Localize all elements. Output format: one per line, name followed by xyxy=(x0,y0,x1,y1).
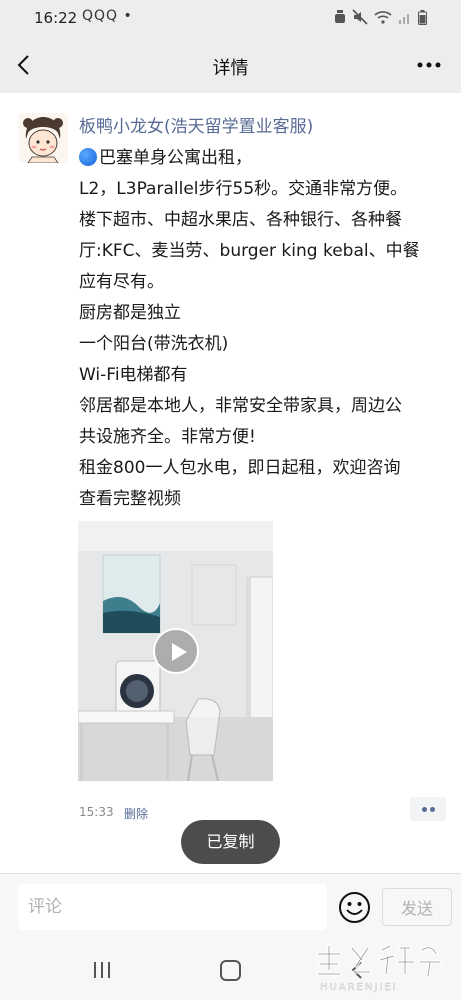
battery-icon xyxy=(418,9,427,25)
post-line: 一个阳台(带洗衣机) xyxy=(79,334,229,354)
post-timestamp: 15:33 xyxy=(79,805,114,819)
smiley-icon xyxy=(339,892,370,923)
post-line: 厨房都是独立 xyxy=(79,303,181,323)
comment-input[interactable] xyxy=(18,884,327,930)
copied-toast: 已复制 xyxy=(181,820,280,864)
dot-icon xyxy=(430,807,435,812)
comment-bar: 发送 xyxy=(0,873,461,940)
post-line: L2，L3Parallel步行55秒。交通非常方便。 xyxy=(79,179,408,199)
post-line: 厅:KFC、麦当劳、burger king kebal、中餐 xyxy=(79,241,420,261)
post-line: 租金800一人包水电，即日起租，欢迎咨询 xyxy=(79,458,401,478)
signal-icon xyxy=(399,14,409,24)
play-icon xyxy=(172,643,187,661)
recents-button[interactable] xyxy=(92,961,112,979)
status-time: 16:22 xyxy=(34,9,78,27)
status-icons xyxy=(334,9,427,25)
emoji-button[interactable] xyxy=(338,891,371,924)
more-button[interactable] xyxy=(415,52,443,78)
page-title: 详情 xyxy=(212,58,249,79)
dot-icon xyxy=(422,807,427,812)
post-detail: 板鸭小龙女(浩天留学置业客服) 巴塞单身公寓出租， L2，L3Parallel步… xyxy=(0,93,461,873)
alarm-icon xyxy=(335,10,345,23)
mute-icon xyxy=(352,9,368,25)
status-bar: 16:22 QQQ • xyxy=(0,0,461,38)
post-line: 楼下超市、中超水果店、各种银行、各种餐 xyxy=(79,210,402,230)
recents-icon xyxy=(94,962,110,978)
blue-dot-icon xyxy=(79,148,97,166)
send-button[interactable]: 发送 xyxy=(382,888,452,926)
author-name[interactable]: 板鸭小龙女(浩天留学置业客服) xyxy=(79,112,313,137)
post-line: 共设施齐全。非常方便! xyxy=(79,427,256,447)
wifi-icon xyxy=(374,11,392,24)
watermark-logo: HUARENJIEI xyxy=(316,944,442,993)
system-nav-bar: HUARENJIEI xyxy=(0,940,461,1000)
avatar[interactable] xyxy=(18,113,68,163)
post-line: 查看完整视频 xyxy=(79,489,181,509)
post-line: 邻居都是本地人，非常安全带家具，周边公 xyxy=(79,396,402,416)
video-thumbnail[interactable] xyxy=(78,521,273,781)
more-dots-icon xyxy=(417,62,441,68)
play-button[interactable] xyxy=(153,628,199,674)
notification-icons: QQQ • xyxy=(82,8,133,24)
post-line: Wi-Fi电梯都有 xyxy=(79,365,188,385)
nav-bar: 详情 xyxy=(0,38,461,93)
post-line: 应有尽有。 xyxy=(79,272,164,292)
post-line: 巴塞单身公寓出租， xyxy=(79,143,451,174)
delete-link[interactable]: 删除 xyxy=(124,805,148,822)
svg-text:HUARENJIEI: HUARENJIEI xyxy=(320,982,398,993)
cartoon-girl-avatar xyxy=(18,113,68,163)
like-comment-button[interactable] xyxy=(410,797,446,821)
home-button[interactable] xyxy=(220,960,241,981)
post-body: 巴塞单身公寓出租， L2，L3Parallel步行55秒。交通非常方便。 楼下超… xyxy=(79,143,451,515)
